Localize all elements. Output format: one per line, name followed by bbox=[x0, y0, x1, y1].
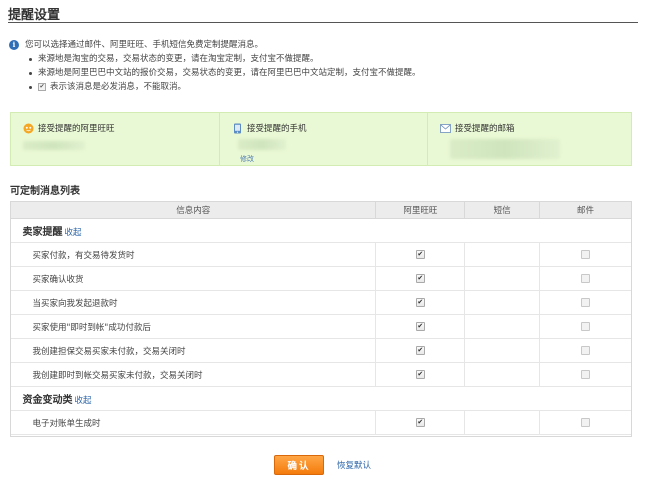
table-header-row: 信息内容 阿里旺旺 短信 邮件 bbox=[9, 201, 632, 219]
group-name: 资金变动类 bbox=[22, 395, 73, 406]
phone-label: 接受提醒的手机 bbox=[247, 124, 307, 134]
email-checkbox[interactable] bbox=[581, 369, 591, 379]
page-title: 提醒设置 bbox=[8, 8, 61, 23]
phone-icon bbox=[232, 123, 243, 134]
wangwang-checkbox[interactable]: ✔ bbox=[415, 369, 425, 379]
mail-icon bbox=[440, 123, 451, 134]
notice-intro: i 您可以选择通过邮件、阿里旺旺、手机短信免费定制提醒消息。 bbox=[9, 38, 639, 52]
notice-intro-text: 您可以选择通过邮件、阿里旺旺、手机短信免费定制提醒消息。 bbox=[25, 40, 264, 50]
wangwang-checkbox[interactable]: ✔ bbox=[415, 417, 425, 427]
header-email: 邮件 bbox=[539, 201, 632, 219]
title-divider bbox=[8, 22, 638, 23]
collapse-link[interactable]: 收起 bbox=[65, 228, 82, 238]
message-table: 信息内容 阿里旺旺 短信 邮件 卖家提醒 收起 买家付款，有交易待发货时 ✔ 买家确认收… bbox=[9, 201, 632, 435]
bullet-dot-icon bbox=[29, 57, 32, 61]
collapse-link[interactable]: 收起 bbox=[75, 396, 92, 406]
list-title: 可定制消息列表 bbox=[10, 186, 80, 197]
notice-bullet: 来源地是淘宝的交易，交易状态的变更，请在淘宝定制，支付宝不做提醒。 bbox=[9, 52, 639, 66]
row-label: 买家确认收货 bbox=[10, 266, 376, 291]
wangwang-value-redacted bbox=[23, 141, 85, 150]
bullet-dot-icon bbox=[29, 85, 32, 89]
email-checkbox[interactable] bbox=[581, 273, 591, 283]
checked-icon: ✔ bbox=[38, 83, 46, 91]
notice-check-text: 表示该消息是必发消息，不能取消。 bbox=[50, 82, 187, 92]
notice-bullet: 来源地是阿里巴巴中文站的报价交易，交易状态的变更，请在阿里巴巴中文站定制，支付宝… bbox=[9, 66, 639, 80]
contact-panel: 接受提醒的阿里旺旺 接受提醒的手机 修改 接受提醒的邮箱 bbox=[10, 112, 632, 166]
wangwang-label: 接受提醒的阿里旺旺 bbox=[38, 124, 115, 134]
table-row: 买家使用"即时到帐"成功付款后 ✔ bbox=[10, 314, 632, 339]
contact-wangwang: 接受提醒的阿里旺旺 bbox=[11, 113, 219, 165]
table-row: 买家付款，有交易待发货时 ✔ bbox=[10, 242, 632, 267]
contact-phone: 接受提醒的手机 修改 bbox=[219, 113, 427, 165]
email-value-redacted bbox=[450, 139, 560, 159]
wangwang-icon bbox=[23, 123, 34, 134]
email-checkbox[interactable] bbox=[581, 345, 591, 355]
notice-bullet: ✔ 表示该消息是必发消息，不能取消。 bbox=[9, 80, 639, 94]
row-label: 电子对账单生成时 bbox=[10, 410, 376, 435]
group-name: 卖家提醒 bbox=[22, 227, 63, 238]
table-row: 买家确认收货 ✔ bbox=[10, 266, 632, 291]
wangwang-checkbox[interactable]: ✔ bbox=[415, 273, 425, 283]
info-icon: i bbox=[9, 40, 19, 50]
row-label: 买家付款，有交易待发货时 bbox=[10, 242, 376, 267]
phone-edit-link[interactable]: 修改 bbox=[240, 154, 254, 164]
wangwang-checkbox[interactable]: ✔ bbox=[415, 297, 425, 307]
header-content: 信息内容 bbox=[9, 201, 377, 219]
header-sms: 短信 bbox=[464, 201, 541, 219]
email-checkbox[interactable] bbox=[581, 297, 591, 307]
email-checkbox[interactable] bbox=[581, 249, 591, 259]
table-row: 当买家向我发起退款时 ✔ bbox=[10, 290, 632, 315]
group-row: 卖家提醒 收起 bbox=[10, 218, 632, 243]
header-wangwang: 阿里旺旺 bbox=[375, 201, 466, 219]
table-row: 我创建即时到帐交易买家未付款，交易关闭时 ✔ bbox=[10, 362, 632, 387]
restore-default-link[interactable]: 恢复默认 bbox=[337, 459, 371, 471]
row-label: 买家使用"即时到帐"成功付款后 bbox=[10, 314, 376, 339]
bullet-dot-icon bbox=[29, 71, 32, 75]
notice-bullet-text: 来源地是阿里巴巴中文站的报价交易，交易状态的变更，请在阿里巴巴中文站定制，支付宝… bbox=[38, 68, 421, 78]
phone-value-redacted bbox=[238, 139, 286, 150]
group-row: 资金变动类 收起 bbox=[10, 386, 632, 411]
email-checkbox[interactable] bbox=[581, 417, 591, 427]
row-label: 当买家向我发起退款时 bbox=[10, 290, 376, 315]
email-checkbox[interactable] bbox=[581, 321, 591, 331]
row-label: 我创建即时到帐交易买家未付款，交易关闭时 bbox=[10, 362, 376, 387]
table-row: 我创建担保交易买家未付款，交易关闭时 ✔ bbox=[10, 338, 632, 363]
confirm-button[interactable]: 确认 bbox=[274, 455, 324, 475]
notice-bullet-text: 来源地是淘宝的交易，交易状态的变更，请在淘宝定制，支付宝不做提醒。 bbox=[38, 54, 319, 64]
wangwang-checkbox[interactable]: ✔ bbox=[415, 249, 425, 259]
email-label: 接受提醒的邮箱 bbox=[455, 124, 515, 134]
wangwang-checkbox[interactable]: ✔ bbox=[415, 345, 425, 355]
notice-block: i 您可以选择通过邮件、阿里旺旺、手机短信免费定制提醒消息。 来源地是淘宝的交易… bbox=[9, 38, 639, 94]
wangwang-checkbox[interactable]: ✔ bbox=[415, 321, 425, 331]
contact-email: 接受提醒的邮箱 bbox=[427, 113, 633, 165]
table-row: 电子对账单生成时 ✔ bbox=[10, 410, 632, 435]
row-label: 我创建担保交易买家未付款，交易关闭时 bbox=[10, 338, 376, 363]
